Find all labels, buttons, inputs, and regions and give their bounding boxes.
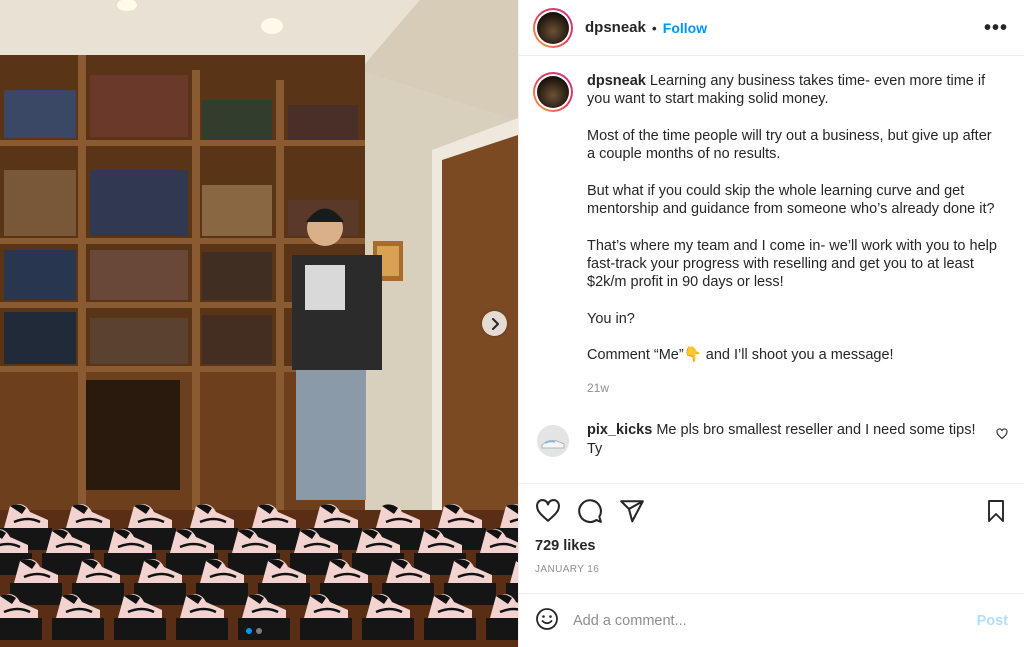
caption-text: But what if you could skip the whole lea… bbox=[587, 182, 995, 218]
likes-count[interactable]: 729 likes bbox=[535, 538, 1008, 554]
post-dialog: dpsneak • Follow ••• dpsneak Learning an… bbox=[0, 0, 1024, 647]
more-icon[interactable]: ••• bbox=[984, 18, 1008, 38]
comment: pix_kicks Me pls bro smallest reseller a… bbox=[533, 421, 1008, 458]
comment-avatar[interactable] bbox=[537, 425, 569, 458]
header-username[interactable]: dpsneak bbox=[585, 19, 646, 36]
caption-text: Most of the time people will try out a b… bbox=[587, 127, 992, 163]
caption-avatar[interactable] bbox=[533, 72, 573, 112]
comment-like-icon[interactable] bbox=[996, 427, 1008, 443]
paper-plane-icon[interactable] bbox=[619, 498, 645, 524]
separator: • bbox=[651, 19, 657, 36]
carousel-dot bbox=[256, 628, 262, 634]
caption-body: dpsneak Learning any business takes time… bbox=[587, 72, 997, 397]
comment-icon[interactable] bbox=[577, 498, 603, 524]
post-panel: dpsneak • Follow ••• dpsneak Learning an… bbox=[518, 0, 1024, 647]
post-date[interactable]: JANUARY 16 bbox=[535, 564, 1008, 575]
caption-text: Learning any business takes time- even m… bbox=[587, 73, 986, 108]
post-comment-button[interactable]: Post bbox=[977, 613, 1008, 629]
post-media[interactable] bbox=[0, 0, 518, 647]
caption-timestamp[interactable]: 21w bbox=[587, 379, 997, 397]
chevron-right-icon bbox=[491, 317, 499, 330]
post-actions: 729 likes JANUARY 16 bbox=[519, 483, 1024, 593]
comments-area[interactable]: dpsneak Learning any business takes time… bbox=[519, 56, 1024, 483]
emoji-icon[interactable] bbox=[535, 607, 559, 634]
avatar[interactable] bbox=[533, 7, 573, 48]
follow-button[interactable]: Follow bbox=[663, 20, 707, 36]
caption-text: Comment “Me”👇 and I’ll shoot you a messa… bbox=[587, 347, 894, 364]
add-comment-bar: Post bbox=[519, 593, 1024, 647]
post-photo bbox=[0, 0, 518, 647]
post-header: dpsneak • Follow ••• bbox=[519, 0, 1024, 56]
caption-text: You in? bbox=[587, 310, 635, 327]
caption-text: That’s where my team and I come in- we’l… bbox=[587, 237, 997, 291]
bookmark-icon[interactable] bbox=[984, 499, 1008, 523]
carousel-dot bbox=[246, 628, 252, 634]
caption-username[interactable]: dpsneak bbox=[587, 73, 646, 89]
carousel-indicator bbox=[246, 628, 262, 634]
heart-icon[interactable] bbox=[535, 498, 561, 524]
comment-input[interactable] bbox=[573, 612, 977, 629]
next-slide-button[interactable] bbox=[482, 311, 507, 336]
comment-username[interactable]: pix_kicks bbox=[587, 422, 652, 438]
comment-body: pix_kicks Me pls bro smallest reseller a… bbox=[587, 421, 977, 458]
caption: dpsneak Learning any business takes time… bbox=[533, 72, 1008, 397]
